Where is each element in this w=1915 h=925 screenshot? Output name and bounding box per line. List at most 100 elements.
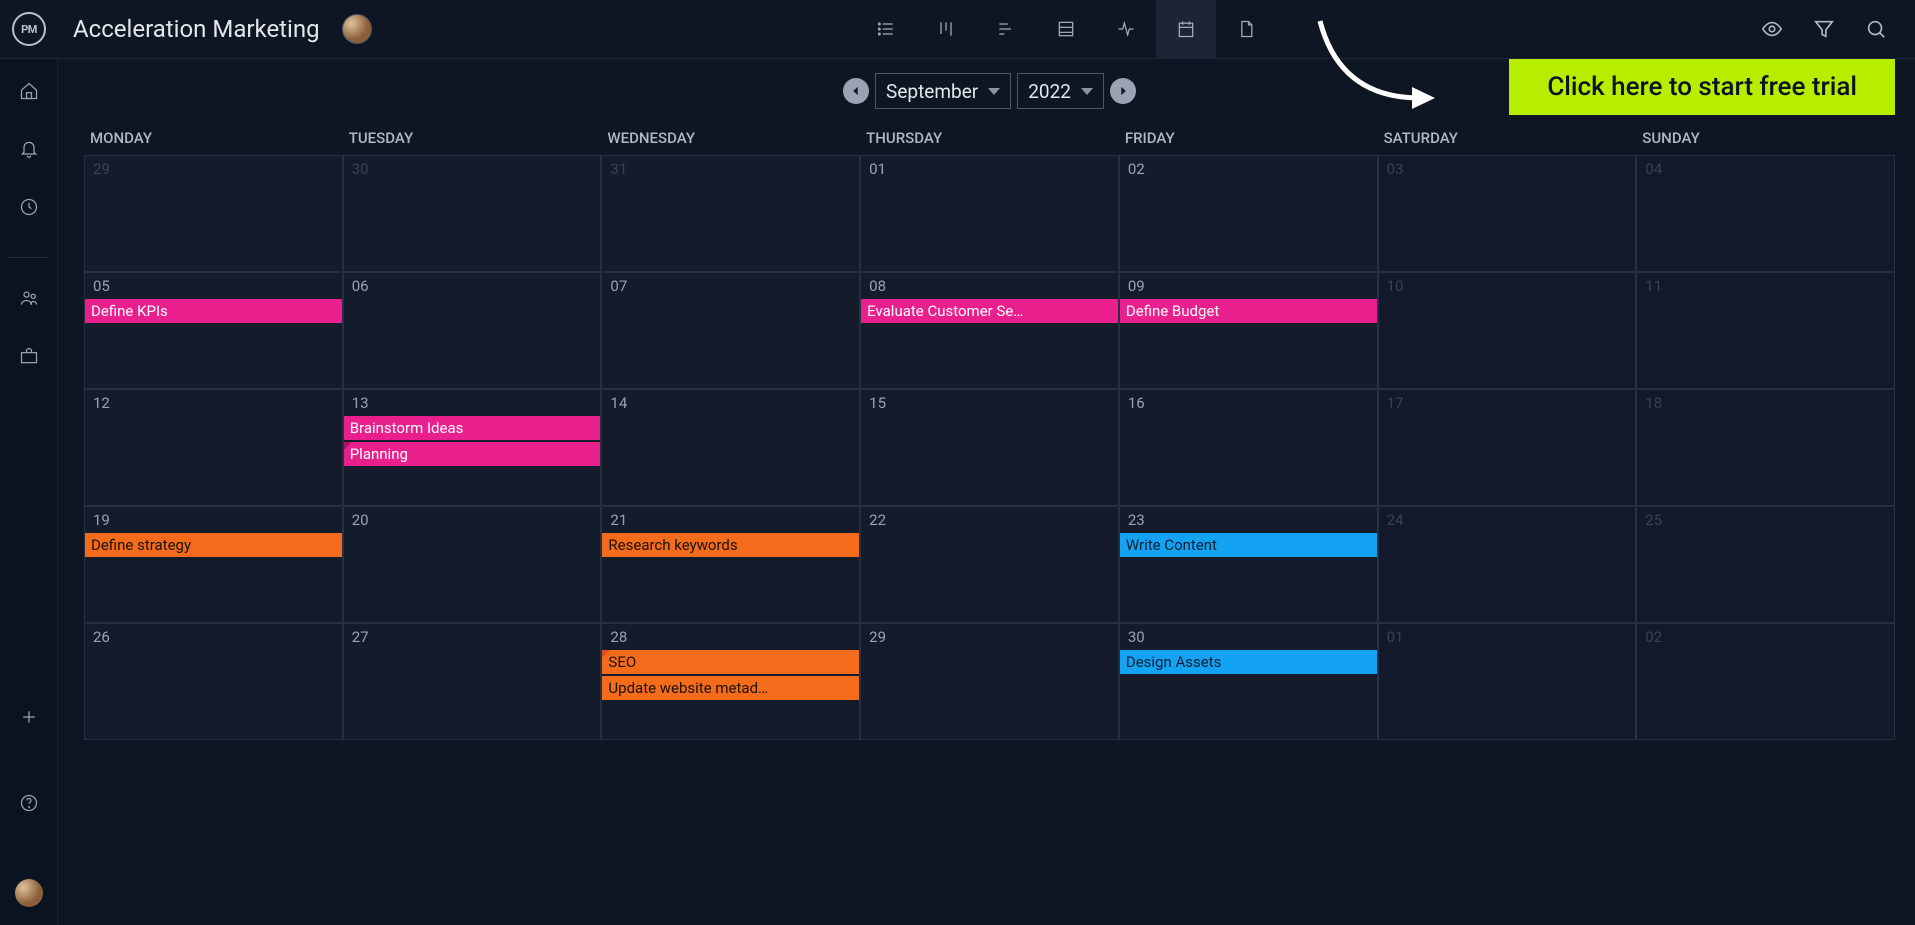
year-select[interactable]: 2022 [1017,73,1104,109]
calendar-grid: MONDAYTUESDAYWEDNESDAYTHURSDAYFRIDAYSATU… [84,129,1895,740]
tab-activity[interactable] [1096,0,1156,58]
tab-calendar[interactable] [1156,0,1216,58]
day-cell[interactable]: 16 [1119,389,1378,506]
day-cell[interactable]: 30 [343,155,602,272]
day-cell[interactable]: 28 SEOUpdate website metad… [601,623,860,740]
month-select[interactable]: September [875,73,1011,109]
day-cell[interactable]: 17 [1378,389,1637,506]
nav-add[interactable] [19,707,39,731]
day-cell[interactable]: 22 [860,506,1119,623]
nav-recent[interactable] [19,197,39,221]
day-cell[interactable]: 25 [1636,506,1895,623]
day-cell[interactable]: 09Define Budget [1119,272,1378,389]
activity-icon [1116,19,1136,39]
tab-list[interactable] [856,0,916,58]
day-cell[interactable]: 29 [84,155,343,272]
day-number: 16 [1128,394,1145,412]
day-cell[interactable]: 30Design Assets [1119,623,1378,740]
task-bar[interactable]: Planning [344,442,601,466]
plus-icon [19,707,39,727]
day-cell[interactable]: 29 [860,623,1119,740]
day-cell[interactable]: 31 [601,155,860,272]
month-value: September [886,80,978,103]
date-controls: September 2022 Click here to start free … [84,71,1895,111]
task-bar[interactable]: Define KPIs [85,299,342,323]
day-cell[interactable]: 10 [1378,272,1637,389]
day-cell[interactable]: 12 [84,389,343,506]
tab-gantt[interactable] [976,0,1036,58]
day-cell[interactable]: 06 [343,272,602,389]
view-tabs [372,0,1761,58]
tab-board[interactable] [916,0,976,58]
day-number: 01 [1387,628,1404,646]
task-bar[interactable]: Design Assets [1120,650,1377,674]
project-avatar[interactable] [342,14,372,44]
day-cell[interactable]: 23 Write Content [1119,506,1378,623]
help-icon [19,793,39,813]
day-cell[interactable]: 27 [343,623,602,740]
day-cell[interactable]: 01 [860,155,1119,272]
tab-files[interactable] [1216,0,1276,58]
day-cell[interactable]: 13Brainstorm IdeasPlanning [343,389,602,506]
prev-month-button[interactable] [843,78,869,104]
free-trial-button[interactable]: Click here to start free trial [1509,59,1895,115]
task-flag-icon [344,442,352,450]
day-number: 11 [1645,277,1662,295]
nav-portfolio[interactable] [19,346,39,370]
day-cell[interactable]: 15 [860,389,1119,506]
day-cell[interactable]: 24 [1378,506,1637,623]
search-icon[interactable] [1865,18,1887,40]
day-cell[interactable]: 19Define strategy [84,506,343,623]
day-cell[interactable]: 11 [1636,272,1895,389]
task-bar[interactable]: Define strategy [85,533,342,557]
day-cell[interactable]: 05Define KPIs [84,272,343,389]
task-bar[interactable]: Define Budget [1120,299,1377,323]
day-number: 02 [1645,628,1662,646]
day-cell[interactable]: 07 [601,272,860,389]
day-cell[interactable]: 14 [601,389,860,506]
task-bar[interactable]: Evaluate Customer Se… [861,299,1118,323]
next-month-button[interactable] [1110,78,1136,104]
task-bar[interactable]: Update website metad… [602,676,859,700]
day-number: 24 [1387,511,1404,529]
filter-icon[interactable] [1813,18,1835,40]
nav-notifications[interactable] [19,139,39,163]
task-bar[interactable]: Research keywords [602,533,859,557]
user-avatar[interactable] [15,879,43,907]
day-cell[interactable]: 20 [343,506,602,623]
day-cell[interactable]: 04 [1636,155,1895,272]
day-number: 18 [1645,394,1662,412]
nav-home[interactable] [19,81,39,105]
day-cell[interactable]: 26 [84,623,343,740]
task-bar[interactable]: Brainstorm Ideas [344,416,601,440]
day-cell[interactable]: 08Evaluate Customer Se… [860,272,1119,389]
day-cell[interactable]: 21Research keywords [601,506,860,623]
day-cell[interactable]: 03 [1378,155,1637,272]
day-number: 04 [1645,160,1662,178]
clock-icon [19,197,39,217]
day-number: 28 [610,628,627,646]
day-cell[interactable]: 02 [1119,155,1378,272]
project-title[interactable]: Acceleration Marketing [58,15,342,43]
day-cell[interactable]: 02 [1636,623,1895,740]
nav-team[interactable] [19,288,39,312]
logo-mark: PM [12,12,46,46]
nav-help[interactable] [19,793,39,817]
day-number: 17 [1387,394,1404,412]
chevron-down-icon [988,88,1000,95]
home-icon [19,81,39,101]
main-area: September 2022 Click here to start free … [58,59,1915,925]
task-flag-icon [602,650,610,658]
tab-sheet[interactable] [1036,0,1096,58]
left-nav [0,59,58,925]
header-actions [1761,18,1895,40]
task-bar[interactable]: Write Content [1120,533,1377,557]
app-logo[interactable]: PM [0,0,58,59]
day-number: 02 [1128,160,1145,178]
gantt-icon [996,19,1016,39]
day-number: 23 [1128,511,1145,529]
eye-icon[interactable] [1761,18,1783,40]
day-cell[interactable]: 18 [1636,389,1895,506]
task-bar[interactable]: SEO [602,650,859,674]
day-cell[interactable]: 01 [1378,623,1637,740]
